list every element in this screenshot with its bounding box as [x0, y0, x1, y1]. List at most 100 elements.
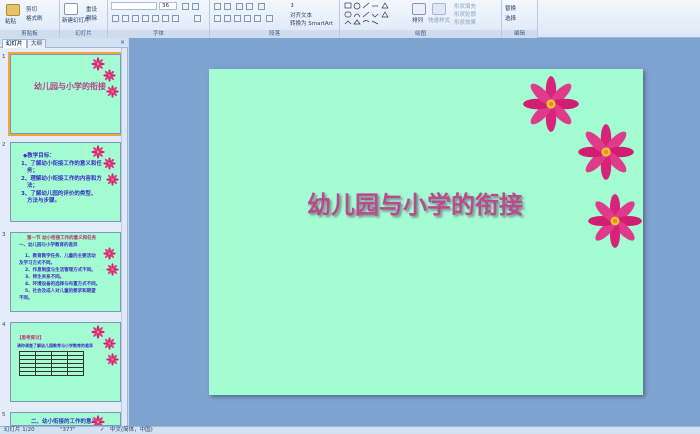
slide-title[interactable]: 幼儿园与小学的衔接 — [307, 185, 523, 220]
justify-icon[interactable] — [244, 15, 251, 22]
thumb-line: 5、社会及成人对儿童的要求和期望 — [25, 289, 96, 294]
editing-group: 替换 选择 编辑 — [502, 0, 538, 38]
flower-icon — [587, 193, 643, 249]
slide-number: 1 — [2, 54, 6, 60]
cut-button[interactable]: 剪切 — [26, 5, 37, 13]
thumb-line: 1、了解幼小衔接工作的意义和任 — [21, 161, 102, 167]
thumb-line: 一、幼儿园与小学教育的差异 — [19, 243, 78, 248]
columns-icon[interactable] — [266, 15, 273, 22]
arrange-icon[interactable] — [412, 3, 426, 15]
flower-icon — [522, 75, 580, 133]
slide-number: 4 — [2, 322, 6, 328]
reset-button[interactable]: 重设 — [86, 5, 97, 13]
slide-editor: 幼儿园与小学的衔接 — [129, 38, 700, 426]
grow-font-icon[interactable] — [182, 3, 189, 10]
flower-icon — [103, 247, 116, 260]
group-label: 幻灯片 — [60, 30, 107, 38]
flower-icon — [106, 85, 119, 98]
thumb-line: 3、师生关系不同。 — [25, 275, 65, 280]
tab-slides[interactable]: 幻灯片 — [2, 39, 27, 48]
ribbon: 粘贴 剪切 格式刷 剪贴板 新建幻灯片 重设 删除 幻灯片 36 字体 ↕ 对齐… — [0, 0, 700, 38]
align-center-icon[interactable] — [224, 15, 231, 22]
thumb-line: ◆教学目标： — [23, 153, 55, 159]
shapes-gallery-icon[interactable] — [344, 2, 402, 28]
numbering-icon[interactable] — [224, 3, 231, 10]
group-label: 段落 — [210, 30, 339, 38]
language-indicator[interactable]: 中文(简体，中国) — [110, 427, 153, 434]
slides-group: 新建幻灯片 重设 删除 幻灯片 — [60, 0, 108, 38]
thumb-line: 3、了解幼儿园的评价的类型、 — [21, 191, 97, 197]
decrease-indent-icon[interactable] — [236, 3, 243, 10]
shape-fill-button[interactable]: 形状填充 — [454, 2, 476, 10]
slide-thumbnail-2[interactable]: ◆教学目标： 1、了解幼小衔接工作的意义和任 务； 2、理解幼小衔接工作的内容和… — [10, 142, 121, 222]
increase-indent-icon[interactable] — [246, 3, 253, 10]
align-right-icon[interactable] — [234, 15, 241, 22]
case-icon[interactable] — [172, 15, 179, 22]
format-painter-button[interactable]: 格式刷 — [26, 14, 43, 22]
drawing-group: 排列 快速样式 形状填充 形状轮廓 形状效果 绘图 — [340, 0, 502, 38]
thumb-line: 第一节 幼小衔接工作的意义和任务 — [27, 236, 97, 241]
strikethrough-icon[interactable] — [142, 15, 149, 22]
paste-icon[interactable] — [6, 4, 20, 16]
thumb-title: 幼儿园与小学的衔接 — [34, 82, 106, 91]
slide-thumbnail-1[interactable]: 幼儿园与小学的衔接 — [8, 52, 123, 136]
shape-effects-button[interactable]: 形状效果 — [454, 18, 476, 26]
font-name-field[interactable] — [111, 2, 157, 10]
pane-scrollbar[interactable] — [121, 48, 127, 426]
spellcheck-icon[interactable]: ✓ — [100, 427, 105, 434]
thumb-line: 2、作息制度与生活管理方式不同。 — [25, 268, 96, 273]
convert-smartart-button[interactable]: 转换为 SmartArt — [290, 19, 333, 27]
thumb-line: 务； — [27, 168, 39, 174]
mini-table — [19, 351, 84, 376]
slides-pane: 幻灯片 大纲 × 1 幼儿园与小学的衔接 2 ◆教学目标： 1、了解幼小衔接工作… — [0, 38, 128, 426]
group-label: 绘图 — [340, 30, 501, 38]
flower-icon — [106, 263, 119, 276]
align-left-icon[interactable] — [214, 15, 221, 22]
close-icon[interactable]: × — [120, 39, 125, 46]
theme-name: "377" — [60, 427, 76, 433]
underline-icon[interactable] — [132, 15, 139, 22]
italic-icon[interactable] — [122, 15, 129, 22]
paragraph-group: ↕ 对齐文本 转换为 SmartArt 段落 — [210, 0, 340, 38]
group-label: 字体 — [108, 30, 209, 38]
bullets-icon[interactable] — [214, 3, 221, 10]
quick-styles-button[interactable]: 快速样式 — [428, 16, 450, 24]
align-text-button[interactable]: 对齐文本 — [290, 11, 312, 19]
group-label: 剪贴板 — [0, 30, 59, 38]
quick-styles-icon[interactable] — [432, 3, 446, 15]
thumb-line: 二、幼小衔接的工作的意义 — [31, 419, 98, 425]
status-bar: 幻灯片 1/20 "377" ✓ 中文(简体，中国) — [0, 426, 700, 434]
thumb-line: 【思考探讨】 — [17, 336, 44, 341]
font-group: 36 字体 — [108, 0, 210, 38]
bold-icon[interactable] — [112, 15, 119, 22]
shadow-icon[interactable] — [152, 15, 159, 22]
new-slide-icon[interactable] — [64, 3, 78, 15]
shrink-font-icon[interactable] — [192, 3, 199, 10]
slide-thumbnail-5[interactable]: 二、幼小衔接的工作的意义 — [10, 412, 121, 426]
flower-icon — [103, 69, 116, 82]
font-color-icon[interactable] — [194, 15, 201, 22]
slide-thumbnail-4[interactable]: 【思考探讨】 请你调查了解幼儿园教育与小学教育的差异 — [10, 322, 121, 402]
slide-number: 2 — [2, 142, 6, 148]
font-size-field[interactable]: 36 — [159, 2, 177, 10]
shape-outline-button[interactable]: 形状轮廓 — [454, 10, 476, 18]
delete-button[interactable]: 删除 — [86, 14, 97, 22]
select-button[interactable]: 选择 — [505, 14, 516, 22]
spacing-icon[interactable] — [162, 15, 169, 22]
tab-outline[interactable]: 大纲 — [27, 39, 47, 48]
replace-button[interactable]: 替换 — [505, 4, 516, 12]
flower-icon — [103, 337, 116, 350]
slide-thumbnail-3[interactable]: 第一节 幼小衔接工作的意义和任务 一、幼儿园与小学教育的差异 1、教育教学任务、… — [10, 232, 121, 312]
line-spacing-icon[interactable] — [258, 3, 265, 10]
thumb-line: 不同。 — [19, 296, 33, 301]
paste-button[interactable]: 粘贴 — [5, 17, 16, 25]
distribute-icon[interactable] — [254, 15, 261, 22]
text-direction-button[interactable]: ↕ — [290, 3, 295, 9]
current-slide[interactable]: 幼儿园与小学的衔接 — [209, 69, 643, 395]
thumb-line: 2、理解幼小衔接工作的内容和方 — [21, 176, 102, 182]
slide-indicator: 幻灯片 1/20 — [4, 427, 35, 433]
thumb-line: 请你调查了解幼儿园教育与小学教育的差异 — [17, 343, 93, 348]
flower-icon — [106, 353, 119, 366]
arrange-button[interactable]: 排列 — [412, 16, 423, 24]
thumb-line: 4、环境设备的选择与布置方式不同。 — [25, 282, 101, 287]
